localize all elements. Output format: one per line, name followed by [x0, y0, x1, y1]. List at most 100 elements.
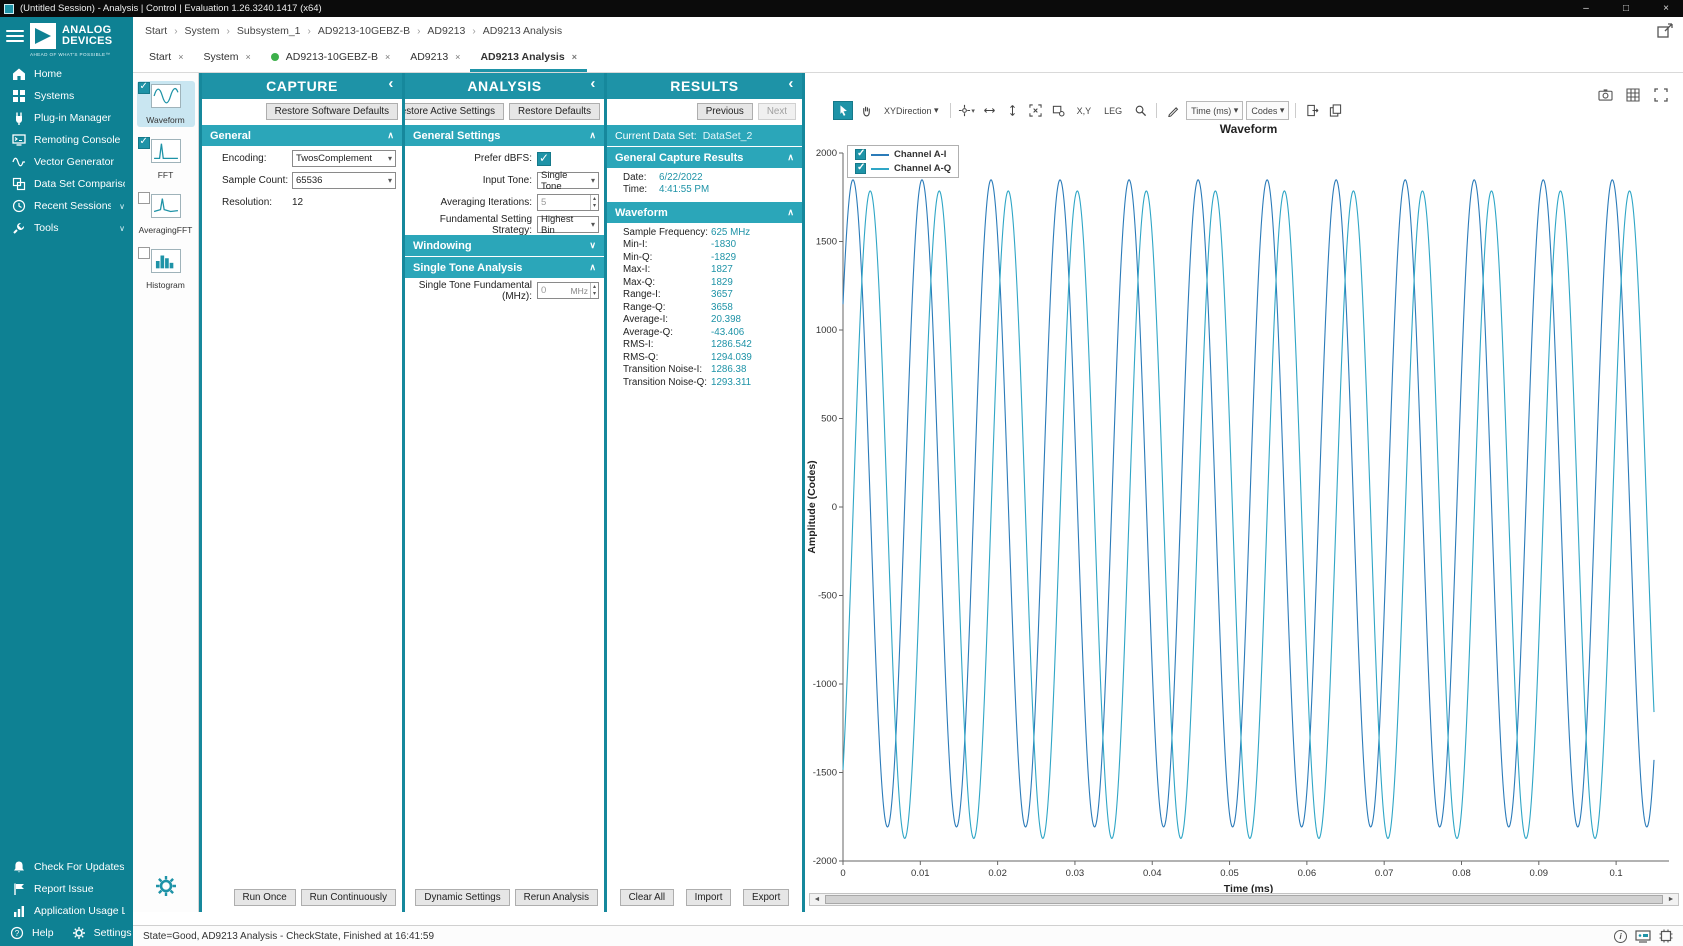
sidebar-item-vector-generator[interactable]: Vector Generator	[0, 151, 133, 173]
view-item-averagingfft[interactable]: AveragingFFT	[137, 191, 195, 237]
rerun-analysis-button[interactable]: Rerun Analysis	[515, 889, 598, 906]
breadcrumb-item-system[interactable]: System	[185, 25, 220, 37]
close-icon[interactable]: ×	[385, 52, 390, 62]
tab-chip[interactable]: AD9213 ×	[400, 45, 470, 72]
sidebar-item-application-usage-logging[interactable]: Application Usage Logging	[0, 900, 133, 922]
board-status-icon[interactable]	[1635, 929, 1651, 943]
zoom-box-button[interactable]	[1049, 101, 1069, 120]
run-continuously-button[interactable]: Run Continuously	[301, 889, 396, 906]
general-section-header[interactable]: General ∧	[202, 125, 402, 146]
fit-horizontal-button[interactable]	[980, 101, 1000, 120]
general-capture-results-section-header[interactable]: General Capture Results ∧	[607, 147, 802, 168]
restore-software-defaults-button[interactable]: Restore Software Defaults	[266, 103, 398, 120]
fit-all-button[interactable]	[1026, 101, 1046, 120]
x-units-dropdown[interactable]: Time (ms) ▾	[1186, 101, 1243, 120]
tab-start[interactable]: Start ×	[139, 45, 193, 72]
single-tone-fundamental-input[interactable]	[538, 285, 571, 296]
general-settings-section-header[interactable]: General Settings ∧	[405, 125, 604, 146]
copy-chart-button[interactable]	[1325, 101, 1345, 120]
legend-checkbox[interactable]	[855, 149, 866, 160]
view-checkbox-waveform[interactable]	[138, 82, 150, 94]
scroll-left-icon[interactable]: ◄	[810, 894, 824, 905]
sidebar-item-plugin-manager[interactable]: Plug-in Manager	[0, 107, 133, 129]
waveform-plot[interactable]: Waveform2000150010005000-500-1000-1500-2…	[805, 117, 1681, 897]
minimize-button[interactable]: –	[1569, 0, 1603, 17]
center-data-button[interactable]: ▾	[957, 101, 977, 120]
sample-count-dropdown[interactable]: 65536 ▾	[292, 172, 396, 189]
close-icon[interactable]: ×	[455, 52, 460, 62]
sidebar-item-help[interactable]: ? Help	[0, 922, 62, 944]
windowing-section-header[interactable]: Windowing ∨	[405, 235, 604, 256]
chart-horizontal-scrollbar[interactable]: ◄ ►	[809, 893, 1679, 906]
close-icon[interactable]: ×	[572, 52, 577, 62]
breadcrumb-item-subsystem[interactable]: Subsystem_1	[237, 25, 301, 37]
breadcrumb-item-chip[interactable]: AD9213	[427, 25, 465, 37]
clear-all-button[interactable]: Clear All	[620, 889, 674, 906]
sidebar-item-recent-sessions[interactable]: Recent Sessions ∨	[0, 195, 133, 217]
hamburger-menu-icon[interactable]	[6, 29, 24, 43]
sidebar-item-tools[interactable]: Tools ∨	[0, 217, 133, 239]
scroll-right-icon[interactable]: ►	[1664, 894, 1678, 905]
fit-vertical-button[interactable]	[1003, 101, 1023, 120]
export-button[interactable]: Export	[743, 889, 789, 906]
legend-item-channel-a-q[interactable]: Channel A-Q	[855, 163, 951, 174]
close-icon[interactable]: ×	[178, 52, 183, 62]
collapse-panel-icon[interactable]: ‹	[590, 75, 596, 92]
breadcrumb-item-start[interactable]: Start	[145, 25, 167, 37]
view-item-fft[interactable]: FFT	[137, 136, 195, 182]
view-item-histogram[interactable]: Histogram	[137, 246, 195, 292]
close-button[interactable]: ×	[1649, 0, 1683, 17]
xy-values-button[interactable]: X,Y	[1072, 101, 1097, 120]
restore-active-settings-button[interactable]: Restore Active Settings	[405, 103, 504, 120]
view-checkbox-averagingfft[interactable]	[138, 192, 150, 204]
single-tone-analysis-section-header[interactable]: Single Tone Analysis ∧	[405, 257, 604, 278]
tab-system[interactable]: System ×	[193, 45, 260, 72]
collapse-panel-icon[interactable]: ‹	[788, 75, 794, 92]
scrollbar-thumb[interactable]	[825, 895, 1663, 904]
next-dataset-button[interactable]: Next	[758, 103, 796, 120]
maximize-button[interactable]: □	[1609, 0, 1643, 17]
spinner-up-icon[interactable]: ▴	[591, 284, 598, 291]
sidebar-item-remoting-console[interactable]: Remoting Console	[0, 129, 133, 151]
pop-out-session-icon[interactable]	[1657, 23, 1675, 39]
legend-item-channel-a-i[interactable]: Channel A-I	[855, 149, 951, 160]
dynamic-settings-button[interactable]: Dynamic Settings	[415, 889, 509, 906]
import-button[interactable]: Import	[686, 889, 732, 906]
xy-direction-dropdown[interactable]: XYDirection ▾	[879, 101, 944, 120]
tab-board[interactable]: AD9213-10GEBZ-B ×	[261, 45, 400, 72]
collapse-panel-icon[interactable]: ‹	[388, 75, 394, 92]
sidebar-item-check-for-updates[interactable]: Check For Updates	[0, 856, 133, 878]
previous-dataset-button[interactable]: Previous	[697, 103, 753, 120]
info-icon[interactable]: i	[1614, 930, 1627, 943]
pan-tool-button[interactable]	[856, 101, 876, 120]
encoding-dropdown[interactable]: TwosComplement ▾	[292, 150, 396, 167]
sidebar-item-home[interactable]: Home	[0, 63, 133, 85]
spinner-down-icon[interactable]: ▾	[591, 291, 598, 298]
chevron-down-icon[interactable]: ∨	[119, 202, 125, 211]
memory-status-icon[interactable]	[1659, 929, 1673, 943]
fundamental-strategy-dropdown[interactable]: Highest Bin ▾	[537, 216, 599, 233]
view-checkbox-histogram[interactable]	[138, 247, 150, 259]
y-units-dropdown[interactable]: Codes ▾	[1246, 101, 1289, 120]
close-icon[interactable]: ×	[245, 52, 250, 62]
run-once-button[interactable]: Run Once	[234, 889, 296, 906]
snapshot-button[interactable]	[1595, 85, 1615, 104]
sidebar-item-systems[interactable]: Systems	[0, 85, 133, 107]
breadcrumb-item-board[interactable]: AD9213-10GEBZ-B	[318, 25, 410, 37]
breadcrumb-item-analysis[interactable]: AD9213 Analysis	[483, 25, 562, 37]
view-item-waveform[interactable]: Waveform	[137, 81, 195, 127]
prefer-dbfs-checkbox[interactable]	[537, 152, 551, 166]
legend-checkbox[interactable]	[855, 163, 866, 174]
spinner-up-icon[interactable]: ▴	[591, 196, 598, 203]
export-chart-button[interactable]	[1302, 101, 1322, 120]
magnifier-button[interactable]	[1130, 101, 1150, 120]
input-tone-dropdown[interactable]: Single Tone ▾	[537, 172, 599, 189]
tab-analysis[interactable]: AD9213 Analysis ×	[470, 45, 587, 72]
waveform-results-section-header[interactable]: Waveform ∧	[607, 202, 802, 223]
chevron-down-icon[interactable]: ∨	[119, 224, 125, 233]
sidebar-item-data-set-comparison[interactable]: Data Set Comparison	[0, 173, 133, 195]
fullscreen-button[interactable]	[1651, 85, 1671, 104]
view-checkbox-fft[interactable]	[138, 137, 150, 149]
spinner-down-icon[interactable]: ▾	[591, 203, 598, 210]
select-tool-button[interactable]	[833, 101, 853, 120]
